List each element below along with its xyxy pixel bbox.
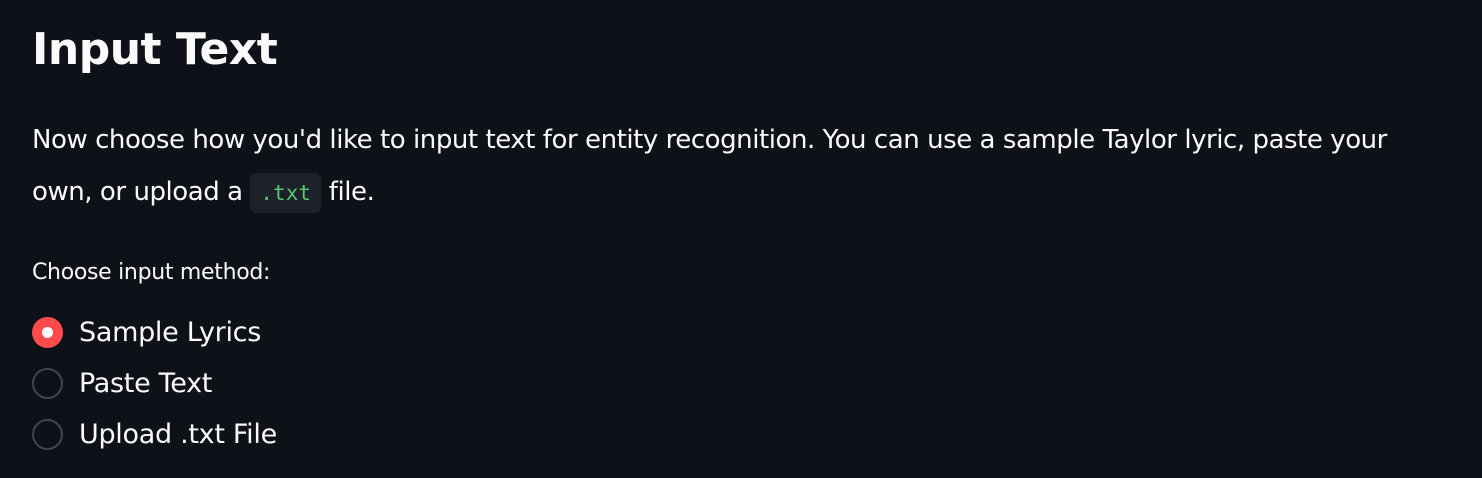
page-title: Input Text bbox=[32, 24, 278, 75]
radio-button-paste-text[interactable] bbox=[32, 368, 63, 399]
radio-option-paste-text[interactable]: Paste Text bbox=[32, 358, 277, 409]
intro-text-start: Now choose how you'd like to input text … bbox=[32, 125, 1387, 207]
radio-label-sample-lyrics[interactable]: Sample Lyrics bbox=[79, 317, 261, 348]
radio-option-upload-file[interactable]: Upload .txt File bbox=[32, 409, 277, 460]
input-method-label: Choose input method: bbox=[32, 260, 271, 285]
radio-label-paste-text[interactable]: Paste Text bbox=[79, 368, 212, 399]
input-method-radio-group: Sample Lyrics Paste Text Upload .txt Fil… bbox=[32, 307, 277, 460]
radio-selected-dot bbox=[42, 327, 53, 338]
intro-text: Now choose how you'd like to input text … bbox=[32, 114, 1432, 218]
radio-button-upload-file[interactable] bbox=[32, 419, 63, 450]
radio-option-sample-lyrics[interactable]: Sample Lyrics bbox=[32, 307, 277, 358]
radio-label-upload-file[interactable]: Upload .txt File bbox=[79, 419, 277, 450]
radio-button-sample-lyrics[interactable] bbox=[32, 317, 63, 348]
file-extension-code: .txt bbox=[250, 172, 321, 213]
intro-text-end: file. bbox=[320, 177, 375, 207]
